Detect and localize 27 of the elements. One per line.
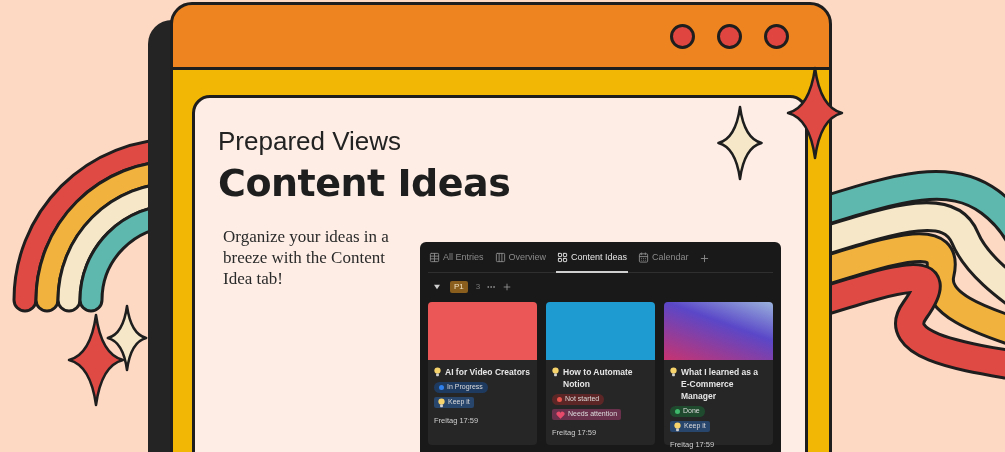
heart-icon — [556, 410, 565, 419]
lightbulb-icon — [674, 421, 681, 432]
lightbulb-icon — [670, 367, 677, 377]
group-count: 3 — [475, 281, 481, 293]
lightbulb-icon — [552, 367, 559, 377]
add-view-icon[interactable] — [698, 253, 710, 264]
description-text: Organize your ideas in a breeze with the Content Idea tab! — [223, 226, 390, 290]
group-label: P1 — [450, 281, 468, 293]
view-tab[interactable]: All Entries — [428, 244, 485, 273]
grid-icon — [557, 252, 569, 263]
lightbulb-icon — [438, 397, 445, 408]
sparkle-icon — [67, 313, 125, 407]
view-tab[interactable]: Calendar — [637, 244, 690, 273]
table-icon — [429, 252, 440, 263]
eyebrow-heading: Prepared Views — [218, 126, 403, 156]
card-title: AI for Video Creators — [445, 366, 530, 378]
calendar-icon — [638, 252, 650, 263]
card-title: How to Automate Notion — [563, 366, 634, 390]
card-title: What I learned as a E-Commerce Manager — [681, 366, 759, 402]
collapse-caret-icon[interactable] — [434, 284, 440, 290]
lightbulb-icon — [434, 367, 441, 377]
view-tab[interactable]: Overview — [493, 244, 548, 273]
sparkle-icon — [717, 105, 763, 181]
page-title: Content Ideas — [218, 160, 512, 206]
add-icon[interactable] — [502, 282, 513, 292]
view-tab[interactable]: Content Ideas — [556, 244, 629, 273]
columns-icon — [494, 252, 506, 263]
